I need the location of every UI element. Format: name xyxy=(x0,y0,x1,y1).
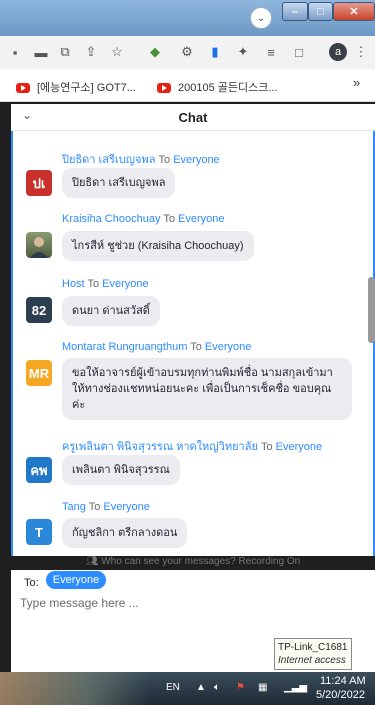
volume-icon[interactable]: 🔈︎ xyxy=(214,682,220,693)
extension-icon[interactable]: ◆ xyxy=(146,44,164,60)
extension-icon[interactable]: ⚙ xyxy=(178,44,196,60)
language-indicator[interactable]: EN xyxy=(166,682,180,693)
bookmark-label: [에능연구소] GOT7... xyxy=(37,82,136,94)
bookmark-label: 200105 골든디스크... xyxy=(178,82,278,94)
message-meta: ปิยธิดา เสรีเบญจพล To Everyone xyxy=(62,150,220,168)
menu-icon[interactable]: ⋮ xyxy=(352,44,370,60)
message-bubble: เพลินตา พินิจสุวรรณ xyxy=(62,455,180,485)
recipient-name: Everyone xyxy=(102,278,149,290)
recipient-name: Everyone xyxy=(178,213,225,225)
who-can-see-text: Who can see your messages? Recording On xyxy=(101,556,301,567)
display-icon[interactable]: ▦ xyxy=(258,682,267,693)
show-hidden-icons-icon[interactable]: ▲ xyxy=(196,682,206,693)
avatar-photo xyxy=(26,232,52,258)
star-icon[interactable]: ☆ xyxy=(108,44,126,60)
recipient-name: Everyone xyxy=(103,501,150,513)
sender-name[interactable]: Kraisiha Choochuay xyxy=(62,213,160,225)
message-bubble: กัญชลิกา ตรีกลางดอน xyxy=(62,518,188,548)
taskbar-wallpaper-strip xyxy=(0,672,150,705)
puzzle-icon[interactable]: ✦ xyxy=(234,44,252,60)
clock-time[interactable]: 11:24 AM xyxy=(320,675,366,687)
to-word: To xyxy=(88,501,101,513)
bookmarks-overflow[interactable]: » xyxy=(353,75,360,90)
person-icon xyxy=(30,237,48,258)
action-center-icon[interactable]: ⚑ xyxy=(236,682,245,693)
chevron-down-icon[interactable]: ⌄ xyxy=(250,7,272,29)
to-word: To xyxy=(190,341,202,353)
message-bubble: ขอให้อาจารย์ผู้เข้าอบรมทุกท่านพิมพ์ชื่อ … xyxy=(62,358,352,420)
avatar: MR xyxy=(26,360,52,386)
to-label: To: xyxy=(24,577,39,589)
extension-icon[interactable]: ▮ xyxy=(206,44,224,60)
reading-list-icon[interactable]: ≡ xyxy=(262,44,280,60)
to-word: To xyxy=(163,213,175,225)
message-meta: Tang To Everyone xyxy=(62,501,150,513)
message-bubble: ปิยธิดา เสรีเบญจพล xyxy=(62,168,176,198)
profile-avatar[interactable]: a xyxy=(329,43,347,61)
network-tooltip: TP-Link_C1681 Internet access xyxy=(274,638,352,670)
chat-title: Chat xyxy=(178,110,208,125)
recipient-name: Everyone xyxy=(204,341,252,353)
tooltip-network-status: Internet access xyxy=(278,655,346,666)
close-button[interactable]: ✕ xyxy=(333,2,375,21)
avatar: คพ xyxy=(26,457,52,483)
maximize-button[interactable]: □ xyxy=(308,2,333,21)
recipient-name: Everyone xyxy=(173,154,220,166)
youtube-icon xyxy=(157,83,171,94)
sender-name[interactable]: Host xyxy=(62,278,85,290)
bookmark-item[interactable]: [에능연구소] GOT7... xyxy=(16,79,136,95)
people-icon: 👥︎ xyxy=(85,556,99,567)
more-left-icon[interactable]: ▪ xyxy=(6,44,24,60)
message-meta: Host To Everyone xyxy=(62,278,149,290)
bookmark-item[interactable]: 200105 골든디스크... xyxy=(157,79,278,95)
message-meta: Kraisiha Choochuay To Everyone xyxy=(62,213,224,225)
to-word: To xyxy=(87,278,100,290)
translate-icon[interactable]: ⧉ xyxy=(56,44,74,60)
network-signal-icon[interactable]: ▁▃▅ xyxy=(284,682,307,693)
side-panel-icon[interactable]: □ xyxy=(290,44,308,60)
avatar: T xyxy=(26,519,52,545)
to-word: To xyxy=(158,154,171,166)
scrollbar-thumb[interactable] xyxy=(368,277,375,343)
sender-name[interactable]: Montarat Rungruangthum xyxy=(62,341,187,353)
who-can-see-notice[interactable]: 👥︎ Who can see your messages? Recording … xyxy=(11,556,375,567)
message-bubble: ไกรสีห์ ชูช่วย (Kraisiha Choochuay) xyxy=(62,231,254,261)
sender-name[interactable]: ครูเพลินตา พินิจสุวรรณ หาดใหญ่วิทยาลัย xyxy=(62,441,258,453)
message-bubble: ดนยา ด่านสวัสดิ์ xyxy=(62,296,160,326)
clock-date[interactable]: 5/20/2022 xyxy=(316,689,365,701)
share-icon[interactable]: ⇪ xyxy=(82,44,100,60)
recipient-name: Everyone xyxy=(275,441,323,453)
to-word: To xyxy=(260,441,273,453)
minimize-button[interactable]: – xyxy=(282,2,308,21)
youtube-icon xyxy=(16,83,30,94)
avatar: ปเ xyxy=(26,170,52,196)
message-input[interactable] xyxy=(20,594,360,612)
recipient-dropdown[interactable]: Everyone xyxy=(46,571,106,589)
avatar: 82 xyxy=(26,297,52,323)
sender-name[interactable]: ปิยธิดา เสรีเบญจพล xyxy=(62,154,155,166)
message-meta: ครูเพลินตา พินิจสุวรรณ หาดใหญ่วิทยาลัย T… xyxy=(62,437,322,455)
tooltip-network-name: TP-Link_C1681 xyxy=(278,642,348,653)
cast-icon[interactable]: ▬ xyxy=(32,44,50,60)
message-meta: Montarat Rungruangthum To Everyone xyxy=(62,341,251,353)
sender-name[interactable]: Tang xyxy=(62,501,86,513)
